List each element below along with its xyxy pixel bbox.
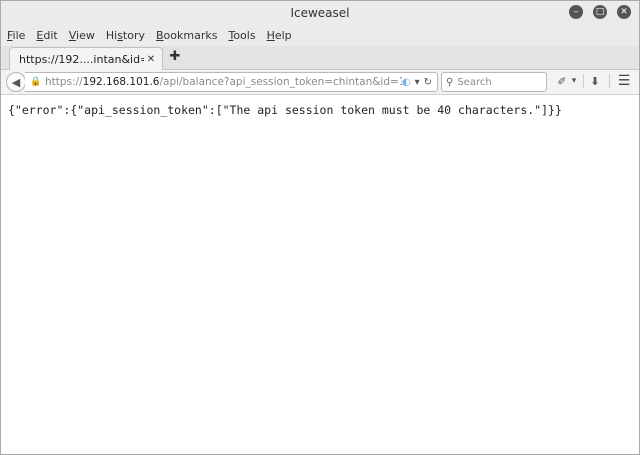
toolbar-separator — [583, 74, 584, 88]
menu-file[interactable]: File — [1, 29, 30, 42]
bookmark-menu-dropdown-icon[interactable]: ▾ — [569, 73, 579, 89]
tab-label: https://192....intan&id=12 — [19, 52, 144, 66]
history-dropdown-icon[interactable]: ▾ — [415, 77, 420, 88]
tab-bar: https://192....intan&id=12 ✕ ✚ — [1, 46, 639, 70]
url-bar-icons: ◐ ▾ ↻ — [402, 77, 432, 88]
browser-window: Iceweasel – □ ✕ File Edit View History B… — [0, 0, 640, 455]
minimize-icon[interactable]: – — [569, 5, 583, 19]
navigation-toolbar: ◀ 🔒 https://192.168.101.6/api/balance?ap… — [1, 70, 639, 95]
maximize-icon[interactable]: □ — [593, 5, 607, 19]
download-icon[interactable]: ⬇ — [587, 73, 603, 89]
bookmark-icon[interactable]: ✐ — [555, 73, 569, 89]
lock-icon[interactable]: 🔒 — [30, 77, 42, 87]
url-text[interactable]: https://192.168.101.6/api/balance?api_se… — [45, 76, 402, 88]
new-tab-icon[interactable]: ✚ — [168, 49, 182, 65]
close-window-icon[interactable]: ✕ — [617, 5, 631, 19]
close-tab-icon[interactable]: ✕ — [144, 54, 158, 65]
reload-icon[interactable]: ↻ — [424, 77, 432, 88]
search-placeholder: Search — [457, 76, 492, 88]
feed-icon[interactable]: ◐ — [402, 77, 411, 88]
hamburger-menu-icon[interactable]: ☰ — [615, 73, 633, 89]
menu-bar: File Edit View History Bookmarks Tools H… — [1, 25, 639, 46]
page-content: {"error":{"api_session_token":["The api … — [1, 95, 639, 454]
title-bar: Iceweasel – □ ✕ — [1, 1, 639, 25]
menu-view[interactable]: View — [63, 29, 100, 42]
json-response-text: {"error":{"api_session_token":["The api … — [8, 103, 562, 117]
url-bar[interactable]: 🔒 https://192.168.101.6/api/balance?api_… — [25, 72, 438, 92]
toolbar-separator — [609, 74, 610, 88]
menu-bookmarks[interactable]: Bookmarks — [150, 29, 222, 42]
menu-edit[interactable]: Edit — [30, 29, 62, 42]
back-arrow-icon[interactable]: ◀ — [6, 72, 26, 92]
window-title: Iceweasel — [290, 6, 350, 20]
window-controls: – □ ✕ — [569, 5, 631, 19]
search-icon: ⚲ — [446, 76, 454, 88]
menu-history[interactable]: History — [100, 29, 150, 42]
tab-active[interactable]: https://192....intan&id=12 ✕ — [9, 47, 163, 70]
menu-tools[interactable]: Tools — [222, 29, 260, 42]
search-bar[interactable]: ⚲ Search — [441, 72, 547, 92]
menu-help[interactable]: Help — [261, 29, 297, 42]
